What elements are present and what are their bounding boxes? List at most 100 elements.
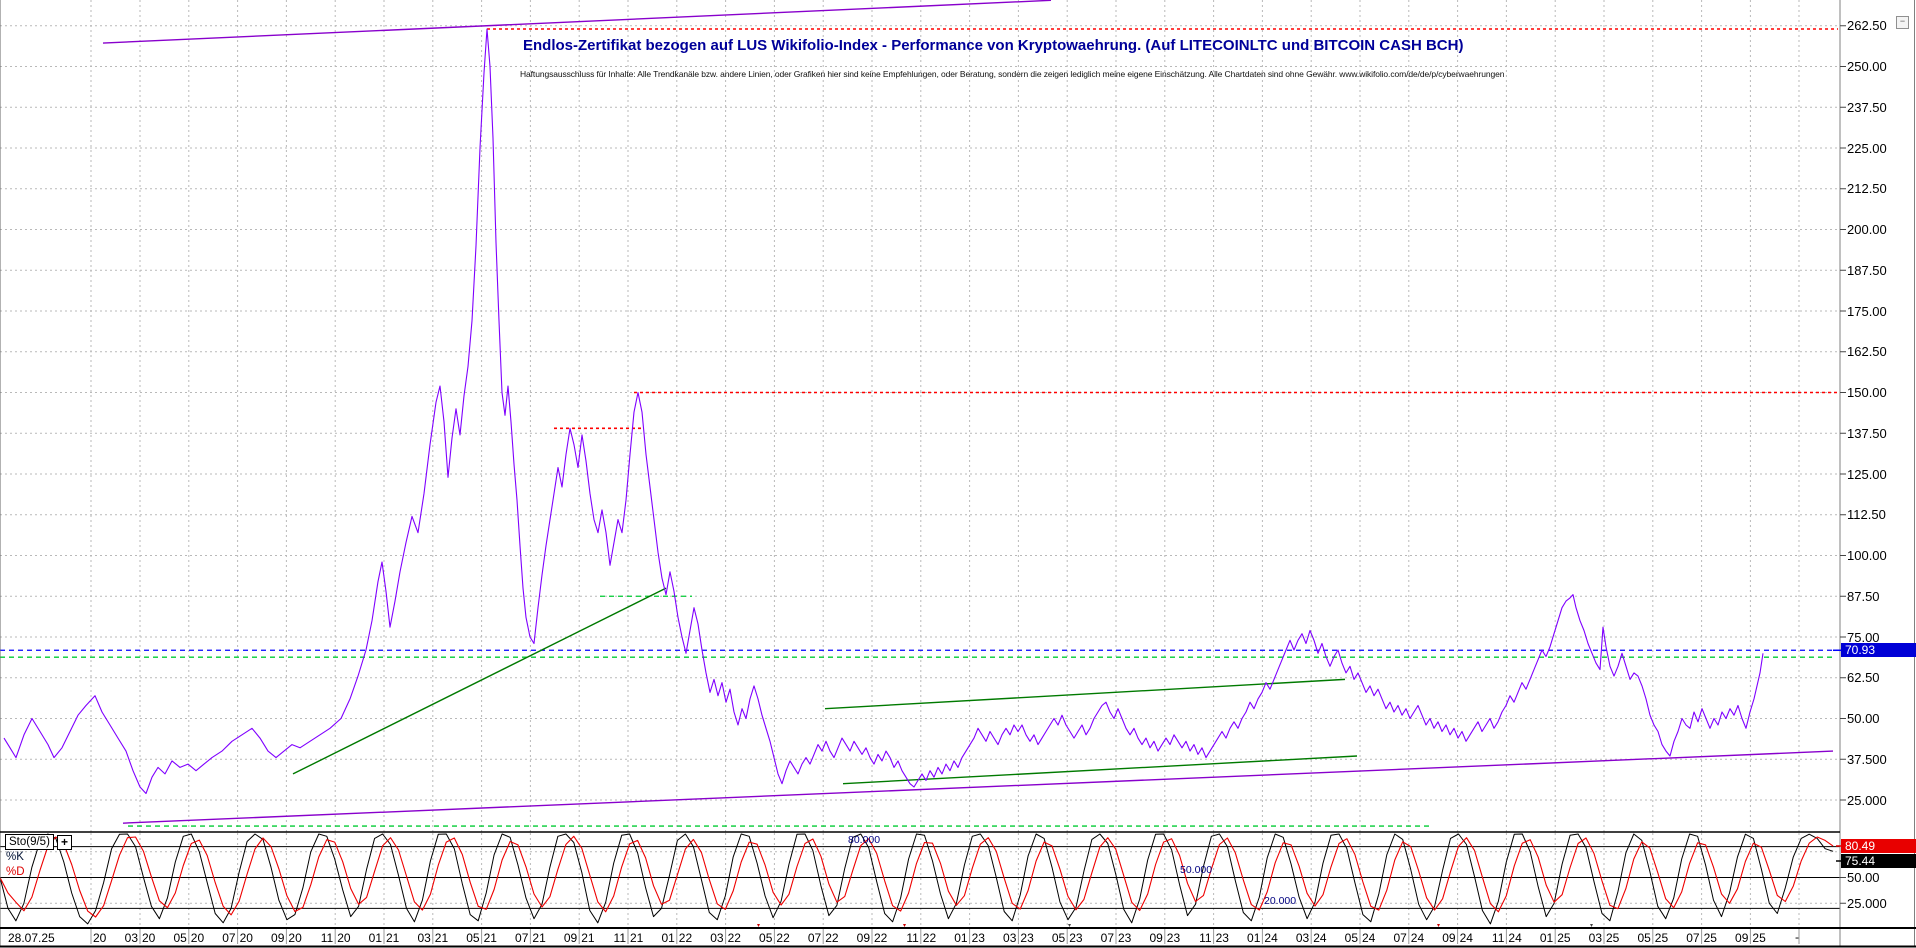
x-axis-year-label: 24: [1362, 931, 1376, 945]
y-axis-tick-label: 125.00: [1847, 466, 1887, 482]
x-axis-year-label: 25: [1703, 931, 1717, 945]
x-axis-month-label: 05: [1051, 931, 1066, 945]
x-axis-year-label: 21: [386, 931, 400, 945]
x-axis-year-label: 24: [1264, 931, 1278, 945]
x-axis-month-label: 01: [1539, 931, 1554, 945]
y-axis-tick-label: 162.50: [1847, 344, 1887, 360]
event-marker-icon: ▾: [757, 923, 761, 929]
chart-title: Endlos-Zertifikat bezogen auf LUS Wikifo…: [523, 37, 1464, 54]
x-axis-month-label: 07: [1393, 931, 1407, 945]
x-axis-orphan-year: 20: [93, 931, 107, 945]
x-axis-year-label: 22: [874, 931, 888, 945]
x-axis-month-label: 03: [1588, 931, 1602, 945]
grid-layer: [0, 0, 1840, 928]
sto-series-layer: [0, 833, 1834, 925]
add-indicator-button[interactable]: +: [57, 835, 72, 850]
x-axis-month-label: 01: [954, 931, 968, 945]
x-axis-year-label: 21: [532, 931, 546, 945]
x-axis-month-label: 11: [1491, 931, 1505, 945]
x-axis-end-dash: -: [1795, 930, 1799, 944]
x-axis-year-label: 25: [1557, 931, 1571, 945]
x-axis-month-label: 07: [807, 931, 822, 945]
y-axis-tick-label: 100.00: [1847, 548, 1887, 563]
y-axis-tick-label: 62.50: [1847, 670, 1880, 686]
y-axis-tick-label: 112.50: [1847, 507, 1886, 523]
y-axis-tick-label: 212.50: [1847, 181, 1887, 197]
x-axis-month-label: 03: [1003, 931, 1017, 945]
x-axis-year-label: 20: [337, 931, 351, 945]
x-axis-month-label: 03: [124, 931, 138, 945]
price-series-layer: [3, 28, 1764, 795]
x-axis-year-label: 23: [971, 931, 985, 945]
x-axis-year-label: 24: [1459, 931, 1473, 945]
x-axis-month-label: 05: [173, 931, 187, 945]
x-axis-year-label: 20: [288, 931, 302, 945]
x-axis-year-label: 20: [142, 931, 156, 945]
x-axis-month-label: 07: [515, 931, 529, 945]
percent-d-label: %D: [6, 866, 25, 878]
x-axis-year-label: 22: [727, 931, 741, 945]
annotation-layer: [0, 0, 1840, 827]
x-axis-month-label: 03: [417, 931, 431, 945]
collapse-chart-button[interactable]: −: [1896, 16, 1909, 29]
x-axis-month-label: 01: [661, 931, 675, 945]
x-axis-month-label: 01: [368, 931, 382, 945]
x-axis-month-label: 03: [710, 931, 724, 945]
y-axis-tick-label: 200.00: [1847, 222, 1887, 237]
x-axis-month-label: 01: [1247, 931, 1261, 945]
x-axis-month-label: 09: [271, 931, 285, 945]
x-axis-month-label: 05: [1637, 931, 1651, 945]
sto-percent-d-line: [0, 835, 1834, 918]
y-axis-tick-label: 187.50: [1847, 262, 1887, 278]
x-axis-month-label: 11: [906, 931, 919, 945]
x-axis-month-label: 09: [1149, 931, 1163, 945]
y-axis-tick-label: 175.00: [1847, 303, 1887, 319]
chart-canvas[interactable]: [0, 0, 1916, 948]
disclaimer-text: Haftungsausschluss für Inhalte: Alle Tre…: [520, 69, 1505, 79]
x-axis-year-label: 20: [190, 931, 205, 945]
x-axis-year-label: 23: [1118, 931, 1132, 945]
x-axis-month-label: 03: [1295, 931, 1310, 945]
channel-bottom-line: [122, 750, 1834, 824]
y-axis-tick-label: 37.500: [1847, 751, 1887, 767]
x-axis-year-label: 22: [922, 931, 937, 945]
x-axis-year-label: 25: [1606, 931, 1620, 945]
sto-level-20-label: 20.000: [1264, 895, 1297, 907]
event-marker-icon: ▾: [1068, 923, 1072, 929]
sto-level-80-label: 80.000: [848, 834, 881, 846]
indicator-label[interactable]: Sto(9/5): [5, 834, 54, 850]
x-axis-year-label: 21: [630, 931, 644, 945]
sto-d-value-badge: 80.49: [1841, 839, 1916, 853]
x-axis-year-label: 20: [239, 931, 253, 945]
y-axis-tick-label: 75.00: [1847, 629, 1880, 645]
x-axis-year-label: 23: [1215, 931, 1229, 945]
x-axis-month-label: 05: [1344, 931, 1358, 945]
x-axis-year-label: 23: [1166, 931, 1181, 945]
x-axis-year-label: 23: [1020, 931, 1034, 945]
sto-k-value-badge: 75.44: [1841, 854, 1916, 868]
x-axis-month-label: 11: [613, 931, 626, 945]
price-line: [3, 28, 1764, 795]
event-marker-icon: ▾: [1590, 923, 1594, 929]
uptrend-line-2020: [292, 587, 667, 775]
x-axis-year-label: 24: [1313, 931, 1327, 945]
percent-k-label: %K: [6, 851, 24, 863]
x-axis-year-label: 22: [678, 931, 693, 945]
x-axis-month-label: 07: [1100, 931, 1114, 945]
x-axis-month-label: 11: [1199, 931, 1212, 945]
x-axis-year-label: 24: [1508, 931, 1522, 945]
y-axis-tick-label: 262.50: [1847, 18, 1887, 34]
x-axis-start-date: 28.07.25: [8, 931, 55, 945]
x-axis-month-label: 09: [1442, 931, 1456, 945]
x-axis-month-label: 07: [1686, 931, 1700, 945]
x-axis-month-label: 09: [1735, 931, 1749, 945]
x-axis-month-label: 11: [320, 931, 334, 945]
sto-level-50-label: 50.000: [1180, 864, 1213, 876]
event-marker-icon: ▾: [903, 923, 907, 929]
x-axis-year-label: 21: [434, 931, 449, 945]
x-axis-month-label: 05: [466, 931, 480, 945]
y-axis-tick-label: 25.000: [1847, 792, 1887, 808]
x-axis-year-label: 25: [1752, 931, 1766, 945]
trend-line-2022-support: [842, 755, 1358, 785]
y-axis-tick-label: 87.50: [1847, 588, 1880, 604]
